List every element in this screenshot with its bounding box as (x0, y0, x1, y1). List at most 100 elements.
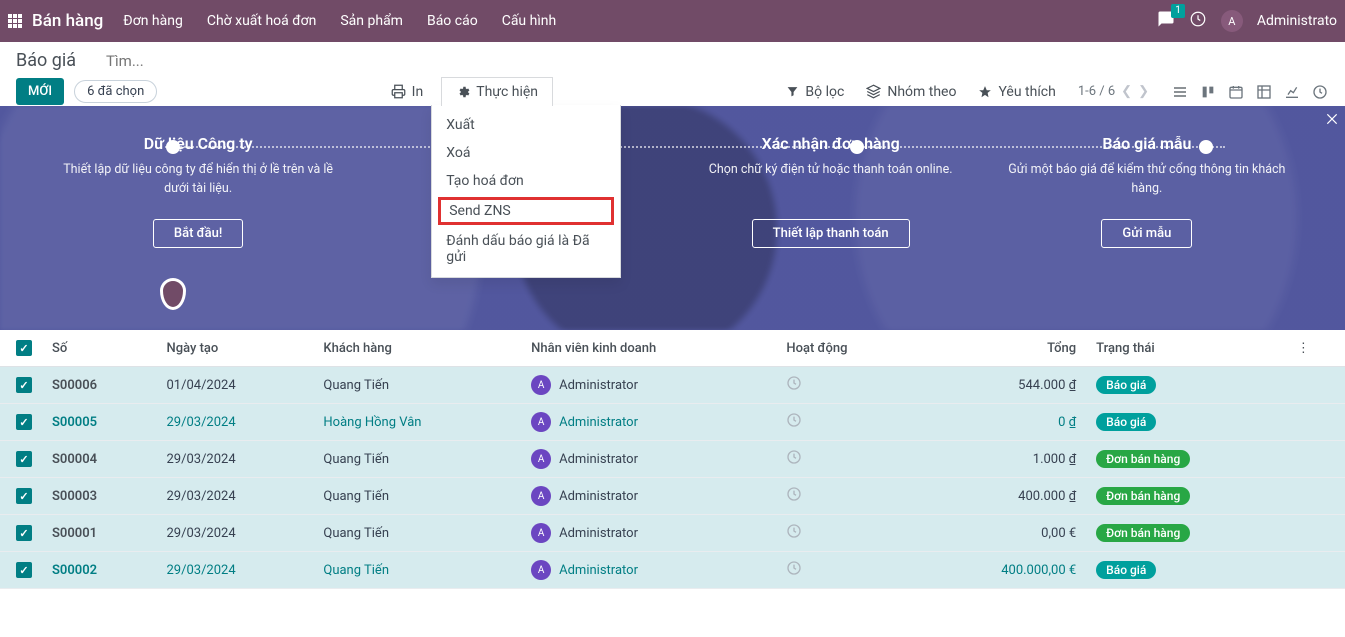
cell-salesperson[interactable]: Administrator (559, 378, 638, 393)
filter-label: Bộ lọc (805, 84, 844, 100)
row-checkbox[interactable] (16, 525, 32, 541)
cell-date: 01/04/2024 (166, 378, 235, 393)
activity-clock-icon[interactable] (786, 491, 802, 506)
table-row[interactable]: S00005 29/03/2024 Hoàng Hồng Vân A Administr… (0, 404, 1345, 441)
dropdown-export[interactable]: Xuất (432, 111, 620, 139)
print-button[interactable]: In (391, 84, 424, 100)
col-customer[interactable]: Khách hàng (313, 330, 521, 367)
activity-clock-icon[interactable] (786, 528, 802, 543)
cell-salesperson[interactable]: Administrator (559, 415, 638, 430)
onboarding-step-sample: Báo giá mẫu Gửi một báo giá để kiểm thử … (1007, 134, 1287, 248)
view-calendar-icon[interactable] (1227, 83, 1245, 101)
user-avatar[interactable]: A (1221, 10, 1243, 32)
app-brand[interactable]: Bán hàng (32, 11, 103, 31)
user-name[interactable]: Administrato (1257, 13, 1337, 29)
nav-link-reports[interactable]: Báo cáo (427, 13, 478, 29)
control-panel: Báo giá MỚI 6 đã chọn In Thực hiện Xuất … (0, 42, 1345, 106)
pager-prev[interactable]: ❮ (1121, 84, 1132, 99)
nav-link-orders[interactable]: Đơn hàng (123, 13, 183, 29)
view-list-icon[interactable] (1171, 83, 1189, 101)
dropdown-delete[interactable]: Xoá (432, 139, 620, 167)
row-checkbox[interactable] (16, 451, 32, 467)
activity-clock-icon[interactable] (786, 417, 802, 432)
cell-number[interactable]: S00003 (52, 489, 97, 504)
cell-number[interactable]: S00004 (52, 452, 97, 467)
cell-number[interactable]: S00002 (52, 563, 97, 578)
view-kanban-icon[interactable] (1199, 83, 1217, 101)
cell-date: 29/03/2024 (166, 415, 235, 430)
action-dropdown: Xuất Xoá Tạo hoá đơn Send ZNS Đánh dấu b… (431, 105, 621, 278)
cell-customer[interactable]: Quang Tiến (323, 378, 389, 393)
activities-icon[interactable] (1189, 10, 1207, 32)
activity-clock-icon[interactable] (786, 454, 802, 469)
search-input[interactable] (106, 52, 1329, 70)
avatar: A (531, 560, 551, 580)
cell-customer[interactable]: Quang Tiến (323, 563, 389, 578)
activity-clock-icon[interactable] (786, 380, 802, 395)
cell-number[interactable]: S00001 (52, 526, 97, 541)
view-pivot-icon[interactable] (1255, 83, 1273, 101)
favorite-button[interactable]: Yêu thích (978, 84, 1055, 100)
row-checkbox[interactable] (16, 488, 32, 504)
group-button[interactable]: Nhóm theo (866, 84, 956, 100)
onboarding-step-company: Dữ liệu Công ty Thiết lập dữ liệu công t… (58, 134, 338, 248)
nav-link-products[interactable]: Sản phẩm (340, 13, 403, 29)
header-checkbox[interactable] (16, 340, 32, 356)
onboarding-banner: Dữ liệu Công ty Thiết lập dữ liệu công t… (0, 106, 1345, 330)
avatar: A (531, 412, 551, 432)
dropdown-send-zns[interactable]: Send ZNS (438, 197, 614, 225)
cell-number[interactable]: S00006 (52, 378, 97, 393)
status-badge: Đơn bán hàng (1096, 450, 1190, 468)
col-total[interactable]: Tổng (919, 330, 1086, 367)
dropdown-mark-sent[interactable]: Đánh dấu báo giá là Đã gửi (432, 227, 620, 271)
step-title: Xác nhận đơn hàng (691, 134, 971, 153)
row-checkbox[interactable] (16, 414, 32, 430)
cell-total: 544.000 ₫ (1018, 378, 1076, 393)
table-row[interactable]: S0000229/03/2024Quang TiếnAAdministrator… (0, 552, 1345, 589)
view-graph-icon[interactable] (1283, 83, 1301, 101)
messaging-badge: 1 (1171, 4, 1185, 18)
row-checkbox[interactable] (16, 377, 32, 393)
col-salesperson[interactable]: Nhân viên kinh doanh (521, 330, 776, 367)
cell-number[interactable]: S00005 (52, 415, 97, 430)
nav-link-config[interactable]: Cấu hình (502, 13, 557, 29)
dropdown-create-invoice[interactable]: Tạo hoá đơn (432, 167, 620, 195)
cell-salesperson[interactable]: Administrator (559, 563, 638, 578)
action-label: Thực hiện (476, 84, 538, 100)
col-date[interactable]: Ngày tạo (156, 330, 313, 367)
table-row[interactable]: S0000329/03/2024Quang TiếnAAdministrator… (0, 478, 1345, 515)
step-button-send-sample[interactable]: Gửi mẫu (1101, 219, 1192, 248)
cell-salesperson[interactable]: Administrator (559, 452, 638, 467)
action-button[interactable]: Thực hiện (441, 77, 553, 106)
cell-customer[interactable]: Hoàng Hồng Vân (323, 415, 421, 430)
table-row[interactable]: S0000601/04/2024Quang TiếnAAdministrator… (0, 367, 1345, 404)
selection-chip[interactable]: 6 đã chọn (74, 80, 157, 103)
new-button[interactable]: MỚI (16, 78, 64, 105)
cell-customer[interactable]: Quang Tiến (323, 489, 389, 504)
nav-link-invoice[interactable]: Chờ xuất hoá đơn (207, 13, 317, 29)
step-desc: Chọn chữ ký điện tử hoặc thanh toán onli… (691, 161, 971, 201)
step-button-start[interactable]: Bắt đầu! (153, 219, 243, 248)
group-label: Nhóm theo (887, 84, 956, 100)
cell-customer[interactable]: Quang Tiến (323, 452, 389, 467)
activity-clock-icon[interactable] (786, 565, 802, 580)
col-number[interactable]: Số (42, 330, 156, 367)
col-activity[interactable]: Hoạt động (776, 330, 919, 367)
apps-icon[interactable] (8, 14, 22, 28)
col-options-icon[interactable]: ⋮ (1287, 330, 1345, 367)
cell-customer[interactable]: Quang Tiến (323, 526, 389, 541)
status-badge: Báo giá (1096, 413, 1156, 431)
messaging-icon[interactable]: 1 (1157, 10, 1175, 32)
step-button-payment[interactable]: Thiết lập thanh toán (752, 219, 910, 248)
col-status[interactable]: Trạng thái (1086, 330, 1287, 367)
status-badge: Báo giá (1096, 376, 1156, 394)
table-row[interactable]: S0000129/03/2024Quang TiếnAAdministrator… (0, 515, 1345, 552)
cell-salesperson[interactable]: Administrator (559, 489, 638, 504)
view-activity-icon[interactable] (1311, 83, 1329, 101)
cell-salesperson[interactable]: Administrator (559, 526, 638, 541)
table-row[interactable]: S0000429/03/2024Quang TiếnAAdministrator… (0, 441, 1345, 478)
onboarding-step-confirm: Xác nhận đơn hàng Chọn chữ ký điện tử ho… (691, 134, 971, 248)
filter-button[interactable]: Bộ lọc (786, 84, 844, 100)
pager-next[interactable]: ❯ (1138, 84, 1149, 99)
row-checkbox[interactable] (16, 562, 32, 578)
